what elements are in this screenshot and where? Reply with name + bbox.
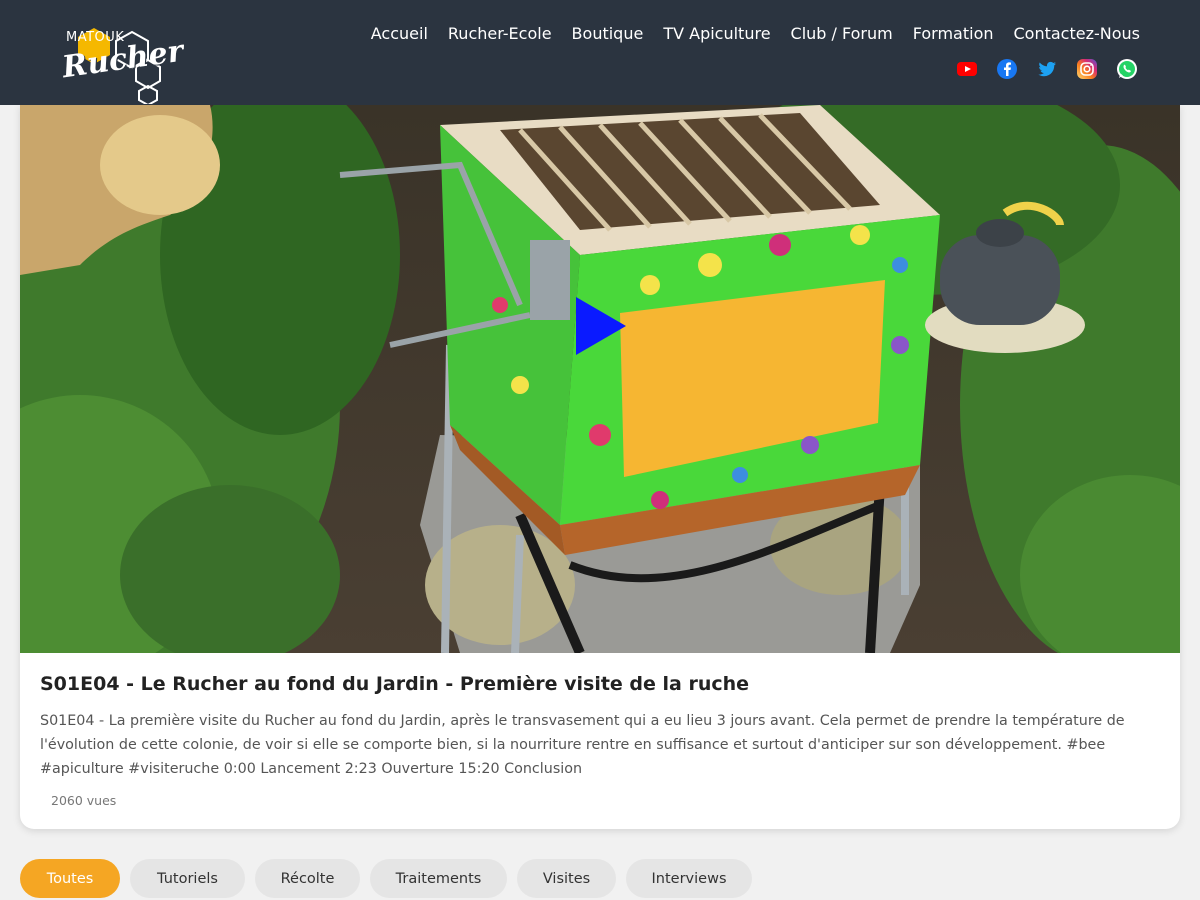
instagram-icon[interactable] xyxy=(1076,58,1098,80)
filter-visites[interactable]: Visites xyxy=(517,859,616,898)
filter-interviews[interactable]: Interviews xyxy=(626,859,752,898)
category-filters: Toutes Tutoriels Récolte Traitements Vis… xyxy=(20,859,752,898)
social-links xyxy=(956,58,1138,80)
video-title[interactable]: S01E04 - Le Rucher au fond du Jardin - P… xyxy=(40,673,749,695)
filter-traitements[interactable]: Traitements xyxy=(370,859,507,898)
main-nav: Accueil Rucher-Ecole Boutique TV Apicult… xyxy=(371,24,1140,43)
nav-contactez-nous[interactable]: Contactez-Nous xyxy=(1014,24,1141,43)
nav-club-forum[interactable]: Club / Forum xyxy=(791,24,893,43)
twitter-icon[interactable] xyxy=(1036,58,1058,80)
video-card: S01E04 - Le Rucher au fond du Jardin - P… xyxy=(20,105,1180,829)
whatsapp-icon[interactable] xyxy=(1116,58,1138,80)
site-header: MATOUK Rucher Accueil Rucher-Ecole Bouti… xyxy=(0,0,1200,105)
nav-tv-apiculture[interactable]: TV Apiculture xyxy=(663,24,770,43)
site-logo[interactable]: MATOUK Rucher xyxy=(60,24,186,104)
youtube-icon[interactable] xyxy=(956,58,978,80)
filter-recolte[interactable]: Récolte xyxy=(255,859,360,898)
nav-formation[interactable]: Formation xyxy=(913,24,994,43)
video-description: S01E04 - La première visite du Rucher au… xyxy=(40,713,1125,777)
nav-accueil[interactable]: Accueil xyxy=(371,24,428,43)
video-thumbnail[interactable] xyxy=(20,105,1180,653)
filter-tutoriels[interactable]: Tutoriels xyxy=(130,859,245,898)
nav-rucher-ecole[interactable]: Rucher-Ecole xyxy=(448,24,552,43)
view-count: 2060 vues xyxy=(51,793,117,808)
filter-toutes[interactable]: Toutes xyxy=(20,859,120,898)
facebook-icon[interactable] xyxy=(996,58,1018,80)
nav-boutique[interactable]: Boutique xyxy=(572,24,644,43)
